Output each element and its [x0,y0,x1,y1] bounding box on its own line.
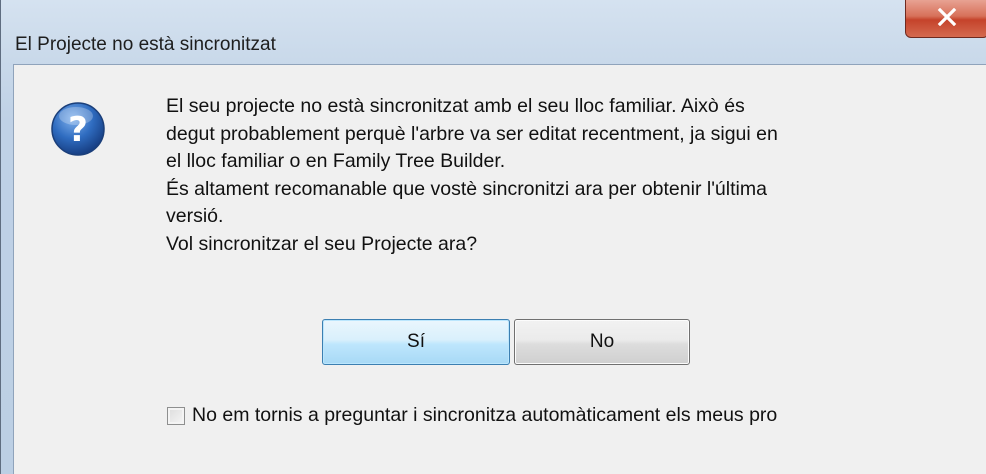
svg-text:?: ? [68,110,88,150]
close-x-icon [937,8,957,26]
message-line: És altament recomanable que vostè sincro… [166,177,767,200]
dont-ask-checkbox[interactable] [167,407,185,425]
message-line: versió. [166,205,224,228]
dialog-window: El Projecte no està sincronitzat ? El se… [0,0,986,474]
window-title: El Projecte no està sincronitzat [15,34,276,55]
no-button[interactable]: No [514,319,690,365]
message-line: Vol sincronitzar el seu Projecte ara? [166,232,478,255]
close-button[interactable] [905,0,986,38]
yes-button[interactable]: Sí [322,319,510,365]
message-line: el lloc familiar o en Family Tree Builde… [166,150,506,173]
question-icon: ? [51,102,105,156]
dialog-body: ? El seu projecte no està sincronitzat a… [13,64,986,474]
message-line: degut probablement perquè l'arbre va ser… [166,122,778,145]
message-text: El seu projecte no està sincronitzat amb… [166,93,966,259]
message-line: El seu projecte no està sincronitzat amb… [166,95,745,117]
dont-ask-checkbox-label[interactable]: No em tornis a preguntar i sincronitza a… [192,402,962,428]
